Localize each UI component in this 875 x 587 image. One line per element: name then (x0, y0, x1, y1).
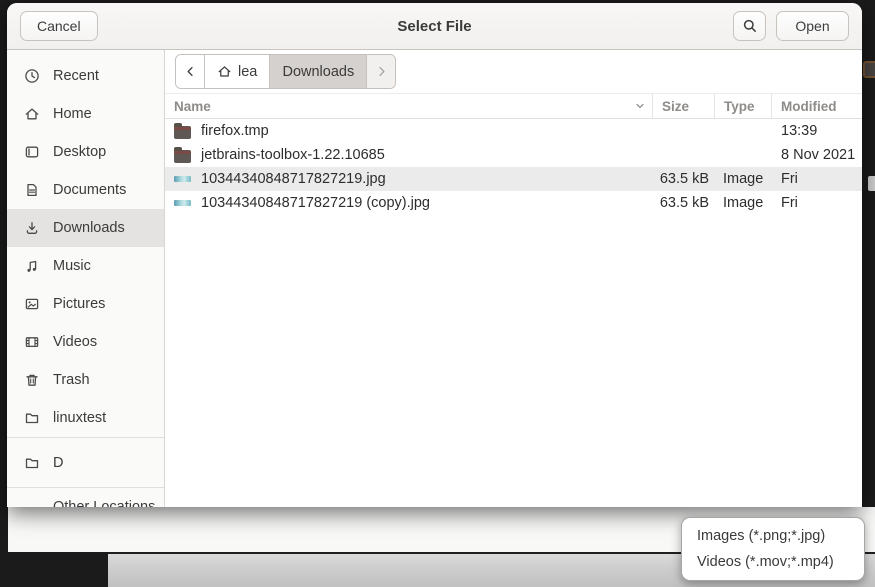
sidebar: Recent Home Desktop Documents Downloads … (7, 50, 165, 507)
pathbar-home-label: lea (238, 64, 257, 80)
sidebar-item-desktop[interactable]: Desktop (7, 133, 164, 171)
sidebar-item-d[interactable]: D (7, 438, 164, 487)
pathbar: lea Downloads (175, 54, 396, 89)
sidebar-item-label: Downloads (53, 220, 125, 236)
back-button[interactable] (176, 55, 205, 88)
file-name-cell: 10344340848717827219 (copy).jpg (165, 195, 652, 211)
file-row[interactable]: 10344340848717827219.jpg 63.5 kB Image F… (165, 167, 862, 191)
file-name-cell: firefox.tmp (165, 123, 652, 139)
file-chooser-dialog: Cancel Select File Open Recent Home Desk… (7, 3, 862, 507)
file-name: firefox.tmp (201, 123, 269, 139)
clock-icon (24, 68, 40, 84)
sidebar-item-label: Pictures (53, 296, 105, 312)
music-icon (24, 258, 40, 274)
pathbar-segment-home[interactable]: lea (205, 55, 270, 88)
pathbar-row: lea Downloads (165, 50, 862, 93)
file-modified: Fri (771, 195, 862, 211)
folder-icon (24, 410, 40, 426)
other-locations-icon (24, 499, 40, 507)
file-filter-popover: Images (*.png;*.jpg)Videos (*.mov;*.mp4) (681, 517, 865, 581)
image-thumbnail-icon (173, 176, 191, 182)
pathbar-segment-downloads[interactable]: Downloads (270, 55, 367, 88)
file-size: 63.5 kB (652, 171, 714, 187)
open-button[interactable]: Open (776, 11, 849, 41)
sidebar-item-label: Other Locations (53, 499, 155, 507)
video-icon (24, 334, 40, 350)
background-window-artifact (868, 176, 875, 191)
column-label: Name (174, 99, 211, 114)
sidebar-item-videos[interactable]: Videos (7, 323, 164, 361)
cancel-button[interactable]: Cancel (20, 11, 98, 41)
picture-icon (24, 296, 40, 312)
sidebar-item-label: Music (53, 258, 91, 274)
sidebar-item-label: Trash (53, 372, 90, 388)
column-header-modified[interactable]: Modified (771, 94, 862, 118)
file-modified: 8 Nov 2021 (771, 147, 862, 163)
sidebar-item-documents[interactable]: Documents (7, 171, 164, 209)
background-window-artifact (863, 61, 875, 78)
sidebar-item-label: linuxtest (53, 410, 106, 426)
file-size: 63.5 kB (652, 195, 714, 211)
sidebar-item-linuxtest[interactable]: linuxtest (7, 399, 164, 437)
file-name-cell: jetbrains-toolbox-1.22.10685 (165, 147, 652, 163)
column-header-size[interactable]: Size (652, 94, 714, 118)
dialog-body: Recent Home Desktop Documents Downloads … (7, 50, 862, 507)
filter-options: Images (*.png;*.jpg)Videos (*.mov;*.mp4) (682, 523, 864, 575)
download-icon (24, 220, 40, 236)
chevron-right-icon (374, 64, 389, 79)
file-name-cell: 10344340848717827219.jpg (165, 171, 652, 187)
main-pane: lea Downloads Name Size Type Modif (165, 50, 862, 507)
home-icon (24, 106, 40, 122)
sidebar-item-label: Home (53, 106, 92, 122)
sidebar-item-label: Videos (53, 334, 97, 350)
file-name: 10344340848717827219 (copy).jpg (201, 195, 430, 211)
sidebar-item-label: D (53, 455, 63, 471)
file-type: Image (714, 195, 771, 211)
filter-option[interactable]: Videos (*.mov;*.mp4) (682, 549, 864, 575)
sidebar-item-trash[interactable]: Trash (7, 361, 164, 399)
list-header: Name Size Type Modified (165, 93, 862, 119)
sidebar-item-label: Desktop (53, 144, 106, 160)
column-header-name[interactable]: Name (165, 94, 652, 118)
file-row[interactable]: firefox.tmp 13:39 (165, 119, 862, 143)
forward-button[interactable] (367, 55, 395, 88)
column-header-type[interactable]: Type (714, 94, 771, 118)
file-rows: firefox.tmp 13:39 jetbrains-toolbox-1.22… (165, 119, 862, 215)
folder-icon (24, 455, 40, 471)
sidebar-item-music[interactable]: Music (7, 247, 164, 285)
headerbar: Cancel Select File Open (7, 3, 862, 50)
file-modified: Fri (771, 171, 862, 187)
file-type: Image (714, 171, 771, 187)
sidebar-items: Recent Home Desktop Documents Downloads … (7, 57, 164, 437)
chevron-down-icon (633, 99, 647, 113)
folder-icon (173, 124, 191, 139)
chevron-left-icon (183, 64, 198, 79)
filter-option[interactable]: Images (*.png;*.jpg) (682, 523, 864, 549)
sidebar-item-downloads[interactable]: Downloads (7, 209, 164, 247)
sidebar-item-other-locations[interactable]: Other Locations (7, 488, 164, 507)
search-button[interactable] (733, 11, 766, 41)
desktop-icon (24, 144, 40, 160)
sidebar-item-label: Documents (53, 182, 126, 198)
file-list: Name Size Type Modified firefox.tmp 13:3… (165, 93, 862, 507)
trash-icon (24, 372, 40, 388)
headerbar-right-group: Open (733, 11, 849, 41)
screen: { "window": { "title": "Select File" }, … (0, 0, 875, 587)
file-name: 10344340848717827219.jpg (201, 171, 386, 187)
sidebar-item-recent[interactable]: Recent (7, 57, 164, 95)
home-icon (217, 64, 232, 79)
sidebar-item-home[interactable]: Home (7, 95, 164, 133)
image-thumbnail-icon (173, 200, 191, 206)
file-name: jetbrains-toolbox-1.22.10685 (201, 147, 385, 163)
search-icon (742, 18, 758, 34)
sidebar-item-pictures[interactable]: Pictures (7, 285, 164, 323)
file-row[interactable]: 10344340848717827219 (copy).jpg 63.5 kB … (165, 191, 862, 215)
folder-icon (173, 148, 191, 163)
sidebar-item-label: Recent (53, 68, 99, 84)
file-row[interactable]: jetbrains-toolbox-1.22.10685 8 Nov 2021 (165, 143, 862, 167)
sidebar-bookmarks: D (7, 438, 164, 487)
document-icon (24, 182, 40, 198)
file-modified: 13:39 (771, 123, 862, 139)
